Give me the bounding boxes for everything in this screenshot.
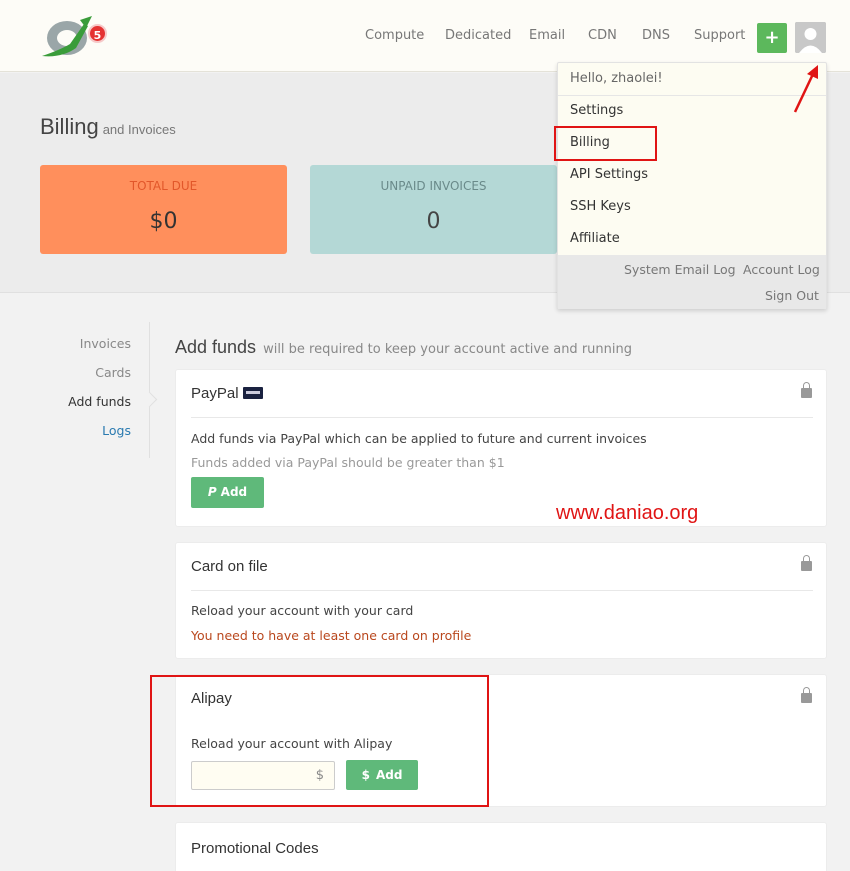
nav-support[interactable]: Support — [694, 28, 745, 43]
lock-icon — [801, 687, 812, 703]
add-button[interactable]: + — [757, 23, 787, 53]
sidebar-item-add-funds[interactable]: Add funds — [68, 394, 131, 409]
watermark: www.daniao.org — [556, 502, 699, 524]
paypal-description: Add funds via PayPal which can be applie… — [191, 431, 647, 446]
sidebar-item-cards[interactable]: Cards — [95, 365, 131, 380]
sidebar-item-logs[interactable]: Logs — [102, 423, 131, 438]
unpaid-invoices-card: UNPAID INVOICES 0 — [310, 165, 557, 254]
menu-item-affiliate[interactable]: Affiliate — [570, 231, 620, 246]
paypal-card: PayPal Add funds via PayPal which can be… — [175, 369, 827, 527]
section-title-text: Add funds — [175, 337, 257, 357]
section-subtitle: will be required to keep your account ac… — [263, 342, 632, 357]
system-email-log-link[interactable]: System Email Log — [624, 262, 736, 277]
menu-item-api-settings[interactable]: API Settings — [570, 167, 648, 182]
card-on-file-warning[interactable]: You need to have at least one card on pr… — [191, 628, 471, 643]
notification-badge[interactable]: 5 — [88, 24, 107, 43]
paypal-title: PayPal — [191, 385, 263, 402]
nav-compute[interactable]: Compute — [365, 28, 424, 43]
billing-highlight-box — [554, 126, 657, 161]
alipay-highlight-box — [150, 675, 489, 807]
total-due-label: TOTAL DUE — [129, 179, 198, 193]
account-dropdown: Hello, zhaolei! Settings Billing API Set… — [557, 62, 827, 309]
nav-dns[interactable]: DNS — [642, 28, 670, 43]
avatar[interactable] — [795, 22, 826, 53]
billing-sidebar: Invoices Cards Add funds Logs — [40, 322, 158, 458]
promo-codes-card: Promotional Codes — [175, 822, 827, 871]
menu-item-settings[interactable]: Settings — [570, 103, 623, 118]
nav-email[interactable]: Email — [529, 28, 565, 43]
page-title-text: Billing — [40, 114, 99, 139]
sidebar-item-invoices[interactable]: Invoices — [80, 336, 131, 351]
page-title: Billing and Invoices — [40, 114, 176, 140]
card-on-file-description: Reload your account with your card — [191, 603, 414, 618]
paypal-title-text: PayPal — [191, 385, 239, 402]
account-log-link[interactable]: Account Log — [743, 262, 820, 277]
paypal-note: Funds added via PayPal should be greater… — [191, 455, 505, 470]
page-subtitle: and Invoices — [102, 122, 176, 137]
annotation-arrow-icon — [793, 65, 818, 113]
nav-dedicated[interactable]: Dedicated — [445, 28, 511, 43]
user-icon — [795, 22, 826, 53]
paypal-add-label: Add — [220, 485, 248, 499]
total-due-value: $0 — [149, 209, 178, 234]
nav-cdn[interactable]: CDN — [588, 28, 617, 43]
promo-codes-title: Promotional Codes — [191, 840, 319, 857]
paypal-logo-icon — [242, 387, 263, 400]
section-title: Add funds will be required to keep your … — [175, 337, 632, 358]
sign-out-link[interactable]: Sign Out — [765, 288, 819, 303]
total-due-card: TOTAL DUE $0 — [40, 165, 287, 254]
card-on-file-card: Card on file Reload your account with yo… — [175, 542, 827, 659]
paypal-icon: P — [207, 485, 217, 499]
menu-item-ssh-keys[interactable]: SSH Keys — [570, 199, 631, 214]
divider — [558, 95, 826, 96]
lock-icon — [801, 382, 812, 398]
active-indicator — [141, 391, 158, 408]
dropdown-greeting: Hello, zhaolei! — [570, 71, 663, 86]
card-on-file-title: Card on file — [191, 558, 268, 575]
unpaid-invoices-value: 0 — [426, 209, 441, 234]
divider — [191, 417, 813, 418]
dropdown-footer: System Email Log Account Log Sign Out — [558, 255, 826, 309]
lock-icon — [801, 555, 812, 571]
divider — [191, 590, 813, 591]
paypal-add-button[interactable]: P Add — [191, 477, 264, 508]
unpaid-invoices-label: UNPAID INVOICES — [380, 179, 487, 193]
